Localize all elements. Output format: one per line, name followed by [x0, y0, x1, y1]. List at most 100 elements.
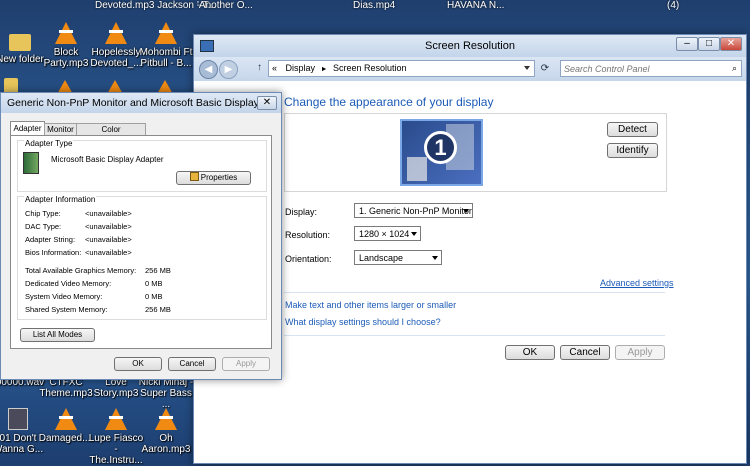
adapter-name: Microsoft Basic Display Adapter: [51, 155, 164, 164]
desktop-icon-label: Block Party.mp3: [43, 47, 89, 69]
display-help-link[interactable]: What display settings should I choose?: [285, 317, 441, 327]
properties-button[interactable]: Properties: [176, 171, 251, 185]
shield-icon: [189, 172, 199, 181]
desktop-icon-label: Mohombi Ft Pitbull - B...: [139, 47, 193, 69]
resolution-label: Resolution:: [285, 230, 331, 240]
info-label: DAC Type:: [25, 222, 62, 231]
tab-adapter[interactable]: Adapter: [10, 121, 45, 136]
forward-arrow-icon[interactable]: ▶: [219, 60, 238, 79]
desktop-icon-ctfxc[interactable]: CTFXC Theme.mp3: [38, 377, 94, 399]
desktop-top-label[interactable]: (4): [667, 0, 679, 11]
vlc-icon: [105, 408, 127, 430]
dialog-title: Generic Non-PnP Monitor and Microsoft Ba…: [7, 97, 271, 109]
search-box[interactable]: ⌕: [560, 60, 742, 77]
vlc-icon: [105, 22, 127, 44]
vlc-icon: [155, 408, 177, 430]
vlc-icon: [55, 408, 77, 430]
refresh-icon[interactable]: ⟳: [538, 60, 552, 77]
info-label: Chip Type:: [25, 209, 61, 218]
maximize-button[interactable]: □: [698, 37, 720, 51]
dialog-apply-button[interactable]: Apply: [222, 357, 270, 371]
cancel-button[interactable]: Cancel: [560, 345, 610, 360]
memory-label: Dedicated Video Memory:: [25, 279, 112, 288]
search-icon[interactable]: ⌕: [732, 63, 737, 74]
advanced-settings-link[interactable]: Advanced settings: [600, 278, 674, 288]
folder-icon: [9, 34, 31, 51]
ok-button[interactable]: OK: [505, 345, 555, 360]
resolution-select[interactable]: 1280 × 1024: [354, 226, 421, 241]
dialog-cancel-button[interactable]: Cancel: [168, 357, 216, 371]
file-icon: [8, 408, 28, 430]
info-label: Bios Information:: [25, 248, 82, 257]
desktop-icon-label: Nicki Minaj - Super Bass ...: [138, 377, 194, 410]
monitor-1-icon[interactable]: 1: [400, 119, 483, 186]
separator: [284, 335, 665, 336]
display-label: Display:: [285, 207, 318, 217]
adapter-type-legend: Adapter Type: [24, 139, 74, 148]
window-preview-graphic: [407, 157, 427, 181]
window-title: Screen Resolution: [425, 40, 515, 52]
desktop-icon-label: Damaged....: [38, 433, 94, 444]
breadcrumb[interactable]: « Display ► Screen Resolution: [268, 60, 535, 77]
search-input[interactable]: [561, 61, 717, 76]
info-value: <unavailable>: [85, 248, 132, 257]
list-all-modes-button[interactable]: List All Modes: [20, 328, 95, 342]
separator: [284, 292, 665, 293]
display-select-value: 1. Generic Non-PnP Monitor: [359, 206, 472, 216]
memory-value: 256 MB: [145, 266, 171, 275]
orientation-select-value: Landscape: [359, 253, 404, 263]
memory-label: Shared System Memory:: [25, 305, 108, 314]
desktop-top-label[interactable]: 'Another O...: [197, 0, 253, 11]
dialog-title-bar[interactable]: Generic Non-PnP Monitor and Microsoft Ba…: [1, 93, 281, 113]
graphics-card-icon: [23, 152, 39, 174]
memory-label: Total Available Graphics Memory:: [25, 266, 137, 275]
text-size-link[interactable]: Make text and other items larger or smal…: [285, 300, 456, 310]
monitor-preview-panel: 1 Detect Identify: [284, 113, 667, 192]
vlc-icon: [55, 22, 77, 44]
page-heading: Change the appearance of your display: [284, 95, 494, 109]
chevron-down-icon[interactable]: [524, 66, 530, 70]
minimize-button[interactable]: –: [676, 37, 698, 51]
desktop-icon-hopelessly[interactable]: Hopelessly Devoted_...: [88, 22, 144, 69]
desktop-icon-label: Lupe Fiasco - The.Instru...: [88, 433, 144, 466]
back-arrow-icon[interactable]: ◀: [199, 60, 218, 79]
breadcrumb-item-screen-resolution[interactable]: Screen Resolution: [333, 63, 407, 73]
chevron-down-icon: [463, 209, 469, 213]
close-button[interactable]: ✕: [720, 37, 742, 51]
orientation-label: Orientation:: [285, 254, 332, 264]
memory-value: 256 MB: [145, 305, 171, 314]
desktop-top-label[interactable]: HAVANA N...: [447, 0, 504, 11]
desktop-icon-nicki[interactable]: Nicki Minaj - Super Bass ...: [138, 377, 194, 410]
apply-button[interactable]: Apply: [615, 345, 665, 360]
breadcrumb-item-display[interactable]: Display: [286, 63, 316, 73]
adapter-properties-dialog: Generic Non-PnP Monitor and Microsoft Ba…: [0, 92, 282, 380]
desktop-icon-lupe[interactable]: Lupe Fiasco - The.Instru...: [88, 408, 144, 466]
desktop-icon-label: CTFXC Theme.mp3: [39, 377, 93, 399]
orientation-select[interactable]: Landscape: [354, 250, 442, 265]
desktop-top-label[interactable]: Dias.mp4: [353, 0, 395, 11]
chevron-down-icon: [411, 232, 417, 236]
display-select[interactable]: 1. Generic Non-PnP Monitor: [354, 203, 473, 218]
desktop-top-strip: Devoted.mp3 Jackson - T... 'Another O...…: [0, 0, 750, 11]
info-value: <unavailable>: [85, 209, 132, 218]
dialog-close-button[interactable]: ✕: [257, 96, 277, 110]
info-value: <unavailable>: [85, 222, 132, 231]
memory-label: System Video Memory:: [25, 292, 103, 301]
dialog-ok-button[interactable]: OK: [114, 357, 162, 371]
desktop-icon-oh-aaron[interactable]: Oh Aaron.mp3: [138, 408, 194, 455]
adapter-tab-panel: Adapter Type Microsoft Basic Display Ada…: [10, 135, 272, 349]
window-title-bar[interactable]: Screen Resolution – □ ✕: [194, 35, 746, 57]
adapter-info-legend: Adapter Information: [24, 195, 97, 204]
desktop-icon-damaged[interactable]: Damaged....: [38, 408, 94, 444]
desktop-icon-block-party[interactable]: Block Party.mp3: [38, 22, 94, 69]
info-value: <unavailable>: [85, 235, 132, 244]
detect-button[interactable]: Detect: [607, 122, 658, 137]
info-label: Adapter String:: [25, 235, 76, 244]
desktop-icon-love-story[interactable]: Love Story.mp3: [88, 377, 144, 399]
up-arrow-icon[interactable]: ↑: [257, 62, 262, 73]
breadcrumb-separator-icon: ►: [320, 66, 328, 73]
desktop-icon-mohombi[interactable]: Mohombi Ft Pitbull - B...: [138, 22, 194, 69]
breadcrumb-prefix: «: [272, 63, 278, 73]
address-toolbar: ◀ ▶ ↑ « Display ► Screen Resolution ⟳ ⌕: [194, 57, 746, 81]
identify-button[interactable]: Identify: [607, 143, 658, 158]
